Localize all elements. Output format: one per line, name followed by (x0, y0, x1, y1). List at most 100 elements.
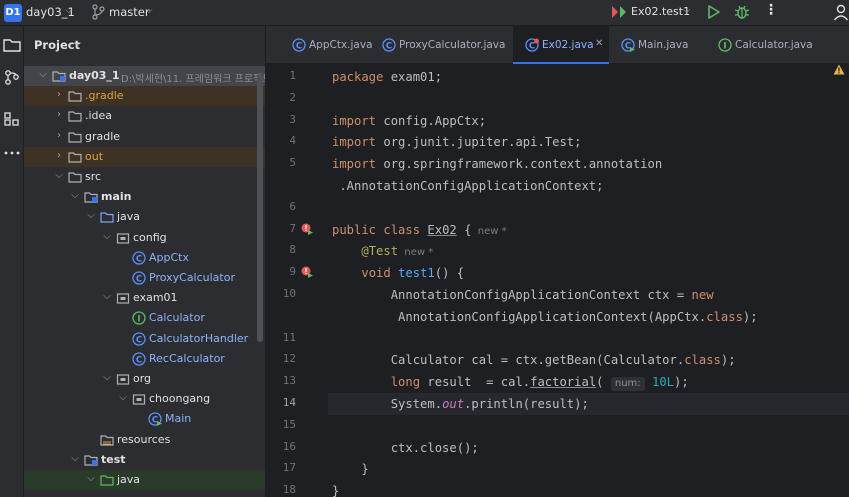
tree-item[interactable]: › gradle (24, 127, 265, 147)
code-line[interactable]: .AnnotationConfigApplicationContext; (328, 175, 849, 197)
line-number[interactable]: 8 (266, 243, 296, 256)
code-line[interactable]: public class Ex02 { new * (328, 219, 849, 241)
chevron-down-icon[interactable]: ⌵ (65, 5, 73, 16)
code-line[interactable] (328, 415, 849, 437)
tree-item[interactable]: ⌵ java (24, 207, 265, 227)
tree-item[interactable]: C ProxyCalculator (24, 268, 265, 288)
run-test-gutter-icon[interactable] (301, 266, 313, 279)
code-line[interactable]: AnnotationConfigApplicationContext ctx =… (328, 284, 849, 306)
tree-item[interactable]: ⌵ main (24, 187, 265, 207)
tree-item[interactable]: ⌵ day03_1 D:\박세현\11. 프레임워크 프로젝트 (24, 66, 265, 86)
branch-switcher[interactable]: master (109, 5, 150, 19)
chevron-down-icon[interactable]: ⌵ (74, 38, 82, 49)
line-number[interactable]: 6 (266, 200, 296, 213)
tree-item[interactable]: › .idea (24, 106, 265, 126)
code-line[interactable]: package exam01; (328, 66, 849, 88)
chevron-down-icon[interactable]: ⌵ (38, 69, 48, 80)
chevron-down-icon[interactable]: ⌵ (102, 231, 112, 242)
line-number[interactable]: 9 (266, 265, 296, 278)
code-line[interactable]: import org.springframework.context.annot… (328, 153, 849, 175)
code-line[interactable] (328, 197, 849, 219)
tree-item[interactable]: › out (24, 146, 265, 167)
code-line[interactable] (328, 328, 849, 350)
code-line[interactable]: ctx.close(); (328, 437, 849, 459)
chevron-down-icon[interactable]: ⌵ (54, 170, 64, 181)
chevron-right-icon[interactable]: › (54, 150, 64, 161)
code-line[interactable]: void test1() { (328, 262, 849, 284)
chevron-down-icon[interactable]: ⌵ (70, 190, 80, 201)
line-number[interactable]: 11 (266, 331, 296, 344)
code-line[interactable] (328, 88, 849, 110)
tree-item[interactable]: I Calculator (24, 308, 265, 328)
code-line[interactable]: } (328, 458, 849, 480)
chevron-down-icon[interactable]: ⌵ (102, 291, 112, 302)
vcs-tool-button[interactable] (0, 64, 24, 90)
tree-item[interactable]: ⌵ choongang (24, 389, 265, 409)
chevron-right-icon[interactable]: › (54, 109, 64, 120)
line-number[interactable]: 13 (266, 374, 296, 387)
line-number[interactable]: 15 (266, 418, 296, 431)
code-area[interactable]: package exam01; import config.AppCtx; impo… (328, 64, 849, 497)
run-test-gutter-icon[interactable] (301, 223, 313, 235)
account-icon[interactable] (833, 3, 849, 21)
project-badge[interactable]: D1 (4, 4, 22, 22)
chevron-down-icon[interactable]: ⌵ (683, 5, 691, 16)
line-number[interactable]: 7 (266, 222, 296, 235)
line-number[interactable]: 4 (266, 134, 296, 147)
tree-item[interactable]: ⌵ java (24, 470, 265, 490)
project-tree-scrollbar[interactable] (257, 74, 263, 342)
code-author-hint[interactable]: new * (471, 226, 507, 237)
code-line[interactable]: @Test new * (328, 240, 849, 262)
line-number[interactable]: 18 (266, 483, 296, 496)
editor-tab[interactable]: I Calculator.java (706, 26, 826, 64)
tree-item[interactable]: C CalculatorHandler (24, 329, 265, 349)
more-actions-button[interactable]: ⋮ (764, 2, 778, 18)
code-author-hint[interactable]: new * (398, 247, 433, 258)
run-icon[interactable] (706, 3, 722, 21)
editor-tab[interactable]: C Main.java (609, 26, 706, 64)
tree-item[interactable]: ⌵ exam01 (24, 288, 265, 308)
run-config-selector[interactable]: Ex02.test1 (631, 5, 690, 18)
tree-item[interactable]: ⌵ config (24, 228, 265, 248)
line-number[interactable]: 3 (266, 113, 296, 126)
editor-tab[interactable]: C ProxyCalculator.java (370, 26, 513, 64)
chevron-down-icon[interactable]: ⌵ (145, 5, 153, 16)
line-number[interactable]: 14 (266, 396, 296, 409)
chevron-down-icon[interactable]: ⌵ (86, 210, 96, 221)
line-number[interactable]: 10 (266, 287, 296, 300)
code-line[interactable]: System.out.println(result); (328, 393, 849, 415)
tree-item[interactable]: C AppCtx (24, 248, 265, 268)
line-number[interactable]: 1 (266, 69, 296, 82)
debug-icon[interactable] (733, 3, 751, 21)
code-line[interactable]: import config.AppCtx; (328, 110, 849, 132)
code-line[interactable]: Calculator cal = ctx.getBean(Calculator.… (328, 349, 849, 371)
code-line[interactable]: long result = cal.factorial( num: 10L); (328, 371, 849, 393)
line-number[interactable]: 2 (266, 91, 296, 104)
structure-tool-button[interactable] (0, 106, 24, 132)
chevron-down-icon[interactable]: ⌵ (118, 392, 128, 403)
chevron-down-icon[interactable]: ⌵ (102, 372, 112, 383)
close-icon[interactable]: ✕ (595, 38, 603, 49)
tree-item[interactable]: › .gradle (24, 86, 265, 107)
tree-item[interactable]: ⌵ src (24, 167, 265, 187)
editor-tab[interactable]: C AppCtx.java (280, 26, 373, 64)
warning-icon[interactable] (833, 64, 845, 75)
tree-item[interactable]: C Main (24, 409, 265, 429)
tree-item[interactable]: ⌵ org (24, 369, 265, 389)
line-number[interactable]: 5 (266, 156, 296, 169)
code-line[interactable]: import org.junit.jupiter.api.Test; (328, 131, 849, 153)
code-line[interactable]: AnnotationConfigApplicationContext(AppCt… (328, 306, 849, 328)
project-tool-button[interactable] (0, 32, 24, 58)
line-number[interactable]: 17 (266, 461, 296, 474)
chevron-right-icon[interactable]: › (54, 130, 64, 141)
tree-item[interactable]: resources (24, 430, 265, 450)
chevron-right-icon[interactable]: › (54, 89, 64, 100)
editor-tab[interactable]: C Ex02.java ✕ (513, 26, 609, 64)
tree-item[interactable]: ⌵ test (24, 450, 265, 470)
code-line[interactable]: } (328, 480, 849, 497)
chevron-down-icon[interactable]: ⌵ (86, 473, 96, 484)
line-number[interactable]: 12 (266, 352, 296, 365)
more-tools-button[interactable] (0, 140, 24, 166)
tree-item[interactable]: C RecCalculator (24, 349, 265, 369)
chevron-down-icon[interactable]: ⌵ (70, 453, 80, 464)
